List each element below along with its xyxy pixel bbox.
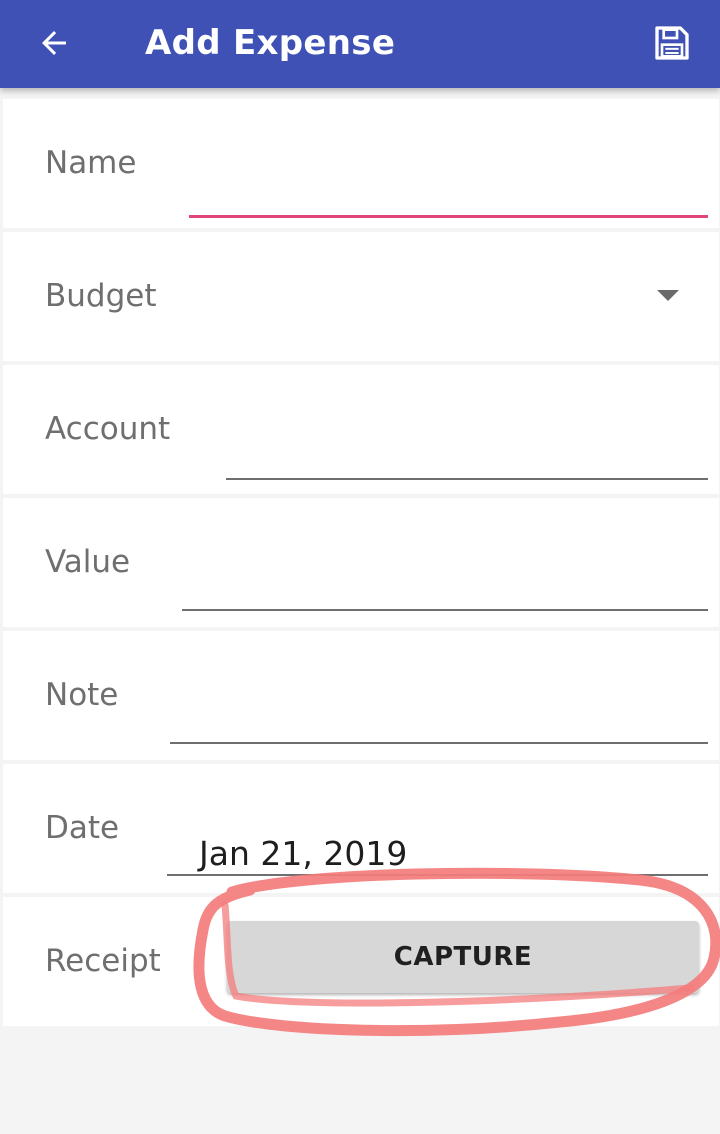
account-row: Account [3,365,719,494]
save-button[interactable] [646,18,698,68]
name-label: Name [45,145,137,181]
receipt-label: Receipt [45,943,161,979]
capture-button[interactable]: CAPTURE [227,921,699,993]
expense-form: Name Budget Account Value Note Date Jan … [3,99,719,1030]
arrow-back-icon [42,31,66,55]
date-label: Date [45,810,120,846]
date-row: Date Jan 21, 2019 [3,764,719,893]
budget-label: Budget [45,278,157,314]
value-row: Value [3,498,719,627]
note-row: Note [3,631,719,760]
date-value: Jan 21, 2019 [199,834,408,873]
account-input[interactable] [226,430,708,480]
back-button[interactable] [26,18,82,68]
page-title: Add Expense [145,23,396,63]
value-label: Value [45,544,131,580]
name-input[interactable] [189,167,708,218]
receipt-row: Receipt CAPTURE [3,897,719,1026]
value-input[interactable] [182,561,708,611]
name-row: Name [3,99,719,228]
budget-row: Budget [3,232,719,361]
date-input[interactable]: Jan 21, 2019 [167,826,708,876]
note-label: Note [45,677,119,713]
note-input[interactable] [170,694,708,744]
budget-dropdown[interactable] [189,262,708,332]
save-floppy-icon [655,26,689,60]
account-label: Account [45,411,171,447]
dropdown-arrow-icon[interactable] [657,290,679,301]
app-bar: Add Expense [0,0,720,88]
